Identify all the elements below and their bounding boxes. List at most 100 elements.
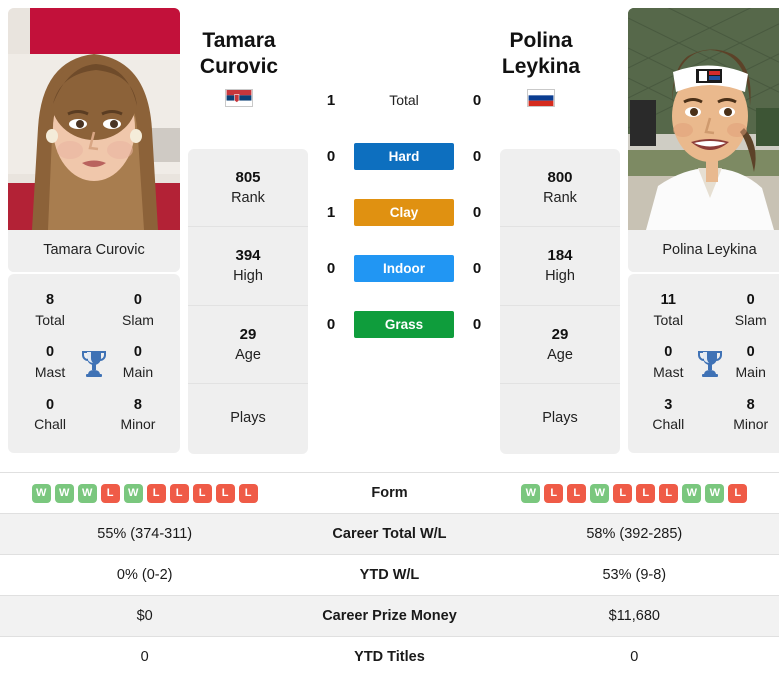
left-player-name-block[interactable]: Tamara Curovic <box>174 28 304 108</box>
left-stat-age: 29 Age <box>188 306 308 384</box>
surface-badge-hard[interactable]: Hard <box>354 142 454 170</box>
row-label-form: Form <box>289 472 490 514</box>
right-stat-rank: 800 Rank <box>500 149 620 228</box>
left-titles-main: 0 Main <box>122 344 154 381</box>
left-player-last-name: Curovic <box>199 54 279 78</box>
right-titles-row-2: 0 Mast 0 Main <box>628 336 779 388</box>
right-stat-age: 29 Age <box>500 306 620 384</box>
left-form-badge-9: L <box>238 483 258 503</box>
right-player-titles-card: 11 Total 0 Slam 0 Mast 0 Main 3 Chall 8 … <box>628 274 779 454</box>
left-titles-row-2: 0 Mast 0 Main <box>8 336 180 388</box>
right-ytd-titles: 0 <box>489 636 779 678</box>
surface-badge-indoor[interactable]: Indoor <box>354 254 454 282</box>
surface-badge-grass[interactable]: Grass <box>354 310 454 338</box>
left-stat-high: 394 High <box>188 227 308 306</box>
right-form-badge-9: L <box>728 483 748 503</box>
trophy-icon <box>78 349 110 377</box>
right-titles-row-3: 3 Chall 8 Minor <box>628 389 779 441</box>
left-form-cell: WWWLWLLLLL <box>0 472 290 514</box>
right-career-prize-money: $11,680 <box>489 595 779 637</box>
right-form-badges: WLLWLLLWWL <box>490 483 779 503</box>
left-player-photo <box>8 8 180 230</box>
table-row-ytd-wl: 0% (0-2) YTD W/L 53% (9-8) <box>0 554 779 596</box>
h2h-hard-row: 0 Hard 0 <box>308 128 500 184</box>
right-player-photo <box>628 8 779 230</box>
right-form-badge-6: L <box>659 483 679 503</box>
right-titles-total: 11 Total <box>653 292 684 328</box>
left-player-panel: Tamara Curovic 8 Total 0 Slam 0 Mast 0 M… <box>0 0 188 454</box>
right-titles-chall: 3 Chall <box>652 396 685 433</box>
left-form-badge-8: L <box>215 483 235 503</box>
left-ytd-wl: 0% (0-2) <box>0 554 290 596</box>
right-player-photo-card[interactable]: Polina Leykina <box>628 8 779 272</box>
h2h-hard-left-score: 0 <box>326 147 336 165</box>
left-form-badge-1: W <box>54 483 74 503</box>
trophy-icon-glyph <box>82 350 106 377</box>
left-player-photo-card[interactable]: Tamara Curovic <box>8 8 180 272</box>
h2h-hard-right-score: 0 <box>472 147 482 165</box>
right-form-badge-7: W <box>682 483 702 503</box>
h2h-clay-row: 1 Clay 0 <box>308 184 500 240</box>
right-form-badge-0: W <box>521 483 541 503</box>
h2h-clay-left-score: 1 <box>326 203 336 221</box>
left-career-total-wl: 55% (374-311) <box>0 513 290 555</box>
right-form-badge-2: L <box>567 483 587 503</box>
left-titles-row-1: 8 Total 0 Slam <box>8 284 180 336</box>
h2h-grass-left-score: 0 <box>326 315 336 333</box>
left-titles-total: 8 Total <box>35 292 65 328</box>
left-player-first-name: Tamara <box>202 29 276 52</box>
right-titles-slam: 0 Slam <box>734 292 767 328</box>
player-comparison-header: Tamara Curovic 8 Total 0 Slam 0 Mast 0 M… <box>0 0 779 472</box>
right-titles-mast: 0 Mast <box>653 344 684 381</box>
right-player-photo-name: Polina Leykina <box>628 230 779 272</box>
left-form-badge-7: L <box>192 483 212 503</box>
h2h-total-left-score: 1 <box>326 91 336 109</box>
right-titles-minor: 8 Minor <box>733 396 769 433</box>
right-player-portrait-image <box>628 8 779 230</box>
surface-badge-clay[interactable]: Clay <box>354 198 454 226</box>
left-stat-plays: Plays <box>230 409 266 426</box>
right-form-badge-5: L <box>636 483 656 503</box>
h2h-indoor-right-score: 0 <box>472 259 482 277</box>
right-player-panel: Polina Leykina 11 Total 0 Slam 0 Mast 0 … <box>620 0 779 454</box>
h2h-name-row <box>308 24 500 72</box>
h2h-indoor-left-score: 0 <box>326 259 336 277</box>
left-form-badge-3: L <box>100 483 120 503</box>
row-label-career-total-wl: Career Total W/L <box>289 513 490 555</box>
left-form-badge-6: L <box>169 483 189 503</box>
comparison-stats-table: WWWLWLLLLL Form WLLWLLLWWL 55% (374-311)… <box>0 472 779 678</box>
right-player-name-block[interactable]: Polina Leykina <box>476 28 606 108</box>
left-form-badge-0: W <box>31 483 51 503</box>
left-titles-row-3: 0 Chall 8 Minor <box>8 389 180 441</box>
head-to-head-surfaces: 1 Total 0 0 Hard 0 1 Clay 0 0 Indoor 0 0… <box>308 0 500 352</box>
left-titles-slam: 0 Slam <box>122 292 154 328</box>
right-form-cell: WLLWLLLWWL <box>489 472 779 514</box>
left-ytd-titles: 0 <box>0 636 290 678</box>
h2h-total-label: Total <box>389 92 419 108</box>
table-row-form: WWWLWLLLLL Form WLLWLLLWWL <box>0 472 779 514</box>
trophy-icon <box>695 349 725 377</box>
left-form-badge-4: W <box>123 483 143 503</box>
left-career-prize-money: $0 <box>0 595 290 637</box>
right-stat-high: 184 High <box>500 227 620 306</box>
right-titles-main: 0 Main <box>735 344 766 381</box>
left-player-titles-card: 8 Total 0 Slam 0 Mast 0 Main 0 Chall 8 M… <box>8 274 180 454</box>
right-form-badge-4: L <box>613 483 633 503</box>
table-row-career-prize-money: $0 Career Prize Money $11,680 <box>0 595 779 637</box>
right-titles-row-1: 11 Total 0 Slam <box>628 284 779 336</box>
left-form-badge-5: L <box>146 483 166 503</box>
right-form-badge-1: L <box>544 483 564 503</box>
row-label-career-prize-money: Career Prize Money <box>289 595 490 637</box>
left-form-badges: WWWLWLLLLL <box>0 483 289 503</box>
row-label-ytd-titles: YTD Titles <box>289 636 490 678</box>
row-label-ytd-wl: YTD W/L <box>289 554 490 596</box>
right-form-badge-8: W <box>705 483 725 503</box>
trophy-icon-glyph <box>697 350 722 377</box>
right-form-badge-3: W <box>590 483 610 503</box>
h2h-total-row: 1 Total 0 <box>308 72 500 128</box>
left-player-portrait-image <box>8 8 180 230</box>
table-row-ytd-titles: 0 YTD Titles 0 <box>0 636 779 678</box>
table-row-career-total-wl: 55% (374-311) Career Total W/L 58% (392-… <box>0 513 779 555</box>
left-stat-rank: 805 Rank <box>188 149 308 228</box>
left-titles-mast: 0 Mast <box>34 344 66 381</box>
